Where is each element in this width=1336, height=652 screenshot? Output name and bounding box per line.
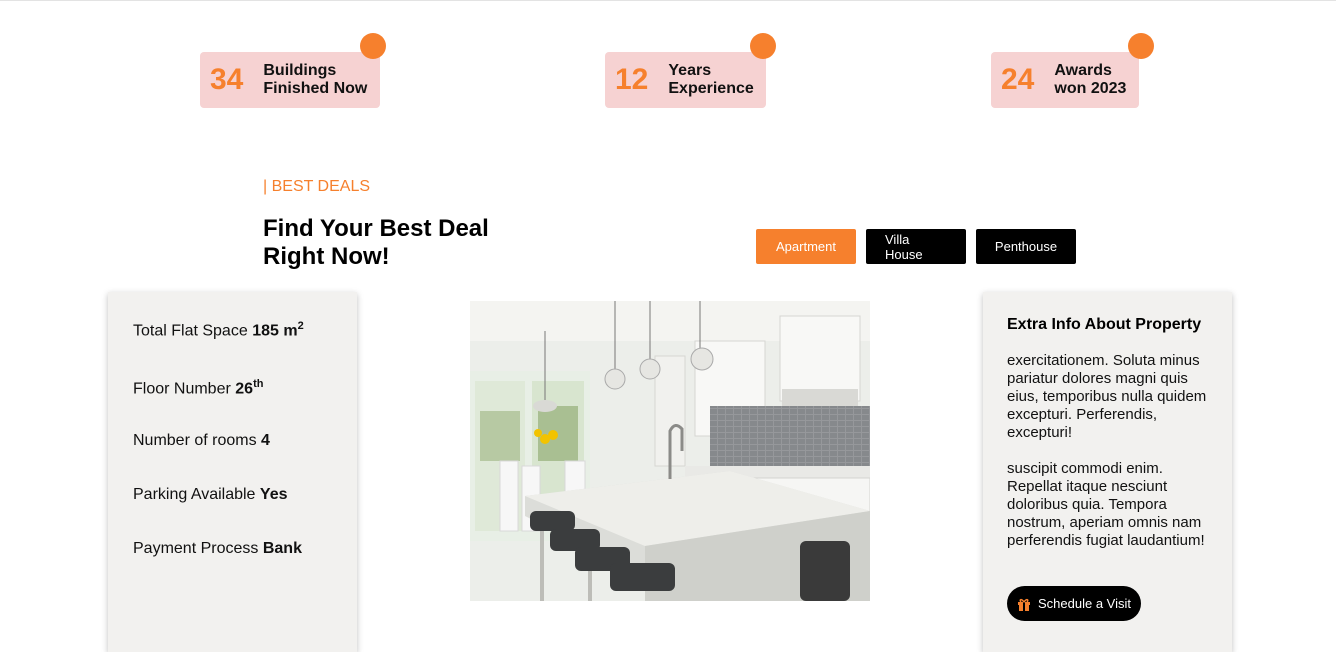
info-title: Extra Info About Property xyxy=(1007,316,1202,333)
stat-buildings: 34 Buildings Finished Now xyxy=(200,33,386,108)
spec-value: 4 xyxy=(261,432,270,449)
info-paragraph-1: exercitationem. Soluta minus pariatur do… xyxy=(1007,352,1207,441)
spec-flat-space: Total Flat Space 185 m2 xyxy=(133,320,304,340)
spec-label: Floor Number xyxy=(133,380,231,398)
spec-label: Parking Available xyxy=(133,486,256,503)
property-photo xyxy=(470,301,870,601)
schedule-visit-button[interactable]: Schedule a Visit xyxy=(1007,586,1141,621)
spec-parking: Parking Available Yes xyxy=(133,486,288,504)
decor-dot xyxy=(360,33,386,59)
spec-payment: Payment Process Bank xyxy=(133,540,302,558)
stat-number: 34 xyxy=(210,63,244,96)
decor-dot xyxy=(1128,33,1154,59)
stat-experience: 12 Years Experience xyxy=(605,33,776,108)
spec-label: Number of rooms xyxy=(133,432,257,449)
property-specs-panel: Total Flat Space 185 m2 Floor Number 26t… xyxy=(108,292,357,652)
top-divider xyxy=(0,0,1336,1)
stat-label: Awards won 2023 xyxy=(1054,62,1127,97)
spec-value: Bank xyxy=(262,540,302,557)
stat-number: 24 xyxy=(1001,63,1035,96)
spec-label: Total Flat Space xyxy=(133,322,248,340)
extra-info-panel: Extra Info About Property exercitationem… xyxy=(983,292,1232,652)
info-paragraph-2: suscipit commodi enim. Repellat itaque n… xyxy=(1007,460,1205,549)
spec-value: Yes xyxy=(259,486,288,503)
tab-apartment[interactable]: Apartment xyxy=(756,229,856,264)
spec-unit-sup: 2 xyxy=(297,320,304,332)
spec-ordinal-sup: th xyxy=(253,378,264,390)
stat-label: Buildings Finished Now xyxy=(263,62,368,97)
tab-penthouse[interactable]: Penthouse xyxy=(976,229,1076,264)
spec-floor-number: Floor Number 26th xyxy=(133,378,263,398)
schedule-visit-label: Schedule a Visit xyxy=(1038,596,1131,611)
section-eyebrow: | BEST DEALS xyxy=(263,178,371,195)
spec-value: 26 xyxy=(235,380,254,398)
spec-label: Payment Process xyxy=(133,540,259,557)
spec-value: 185 m xyxy=(252,322,298,340)
property-type-tabs: Apartment Villa House Penthouse xyxy=(756,229,1076,264)
stat-number: 12 xyxy=(615,63,649,96)
decor-dot xyxy=(750,33,776,59)
spec-rooms: Number of rooms 4 xyxy=(133,432,270,450)
stat-label: Years Experience xyxy=(668,62,754,97)
stat-awards: 24 Awards won 2023 xyxy=(991,33,1154,108)
gift-icon xyxy=(1018,598,1030,611)
section-headline: Find Your Best Deal Right Now! xyxy=(263,215,489,270)
tab-villa-house[interactable]: Villa House xyxy=(866,229,966,264)
